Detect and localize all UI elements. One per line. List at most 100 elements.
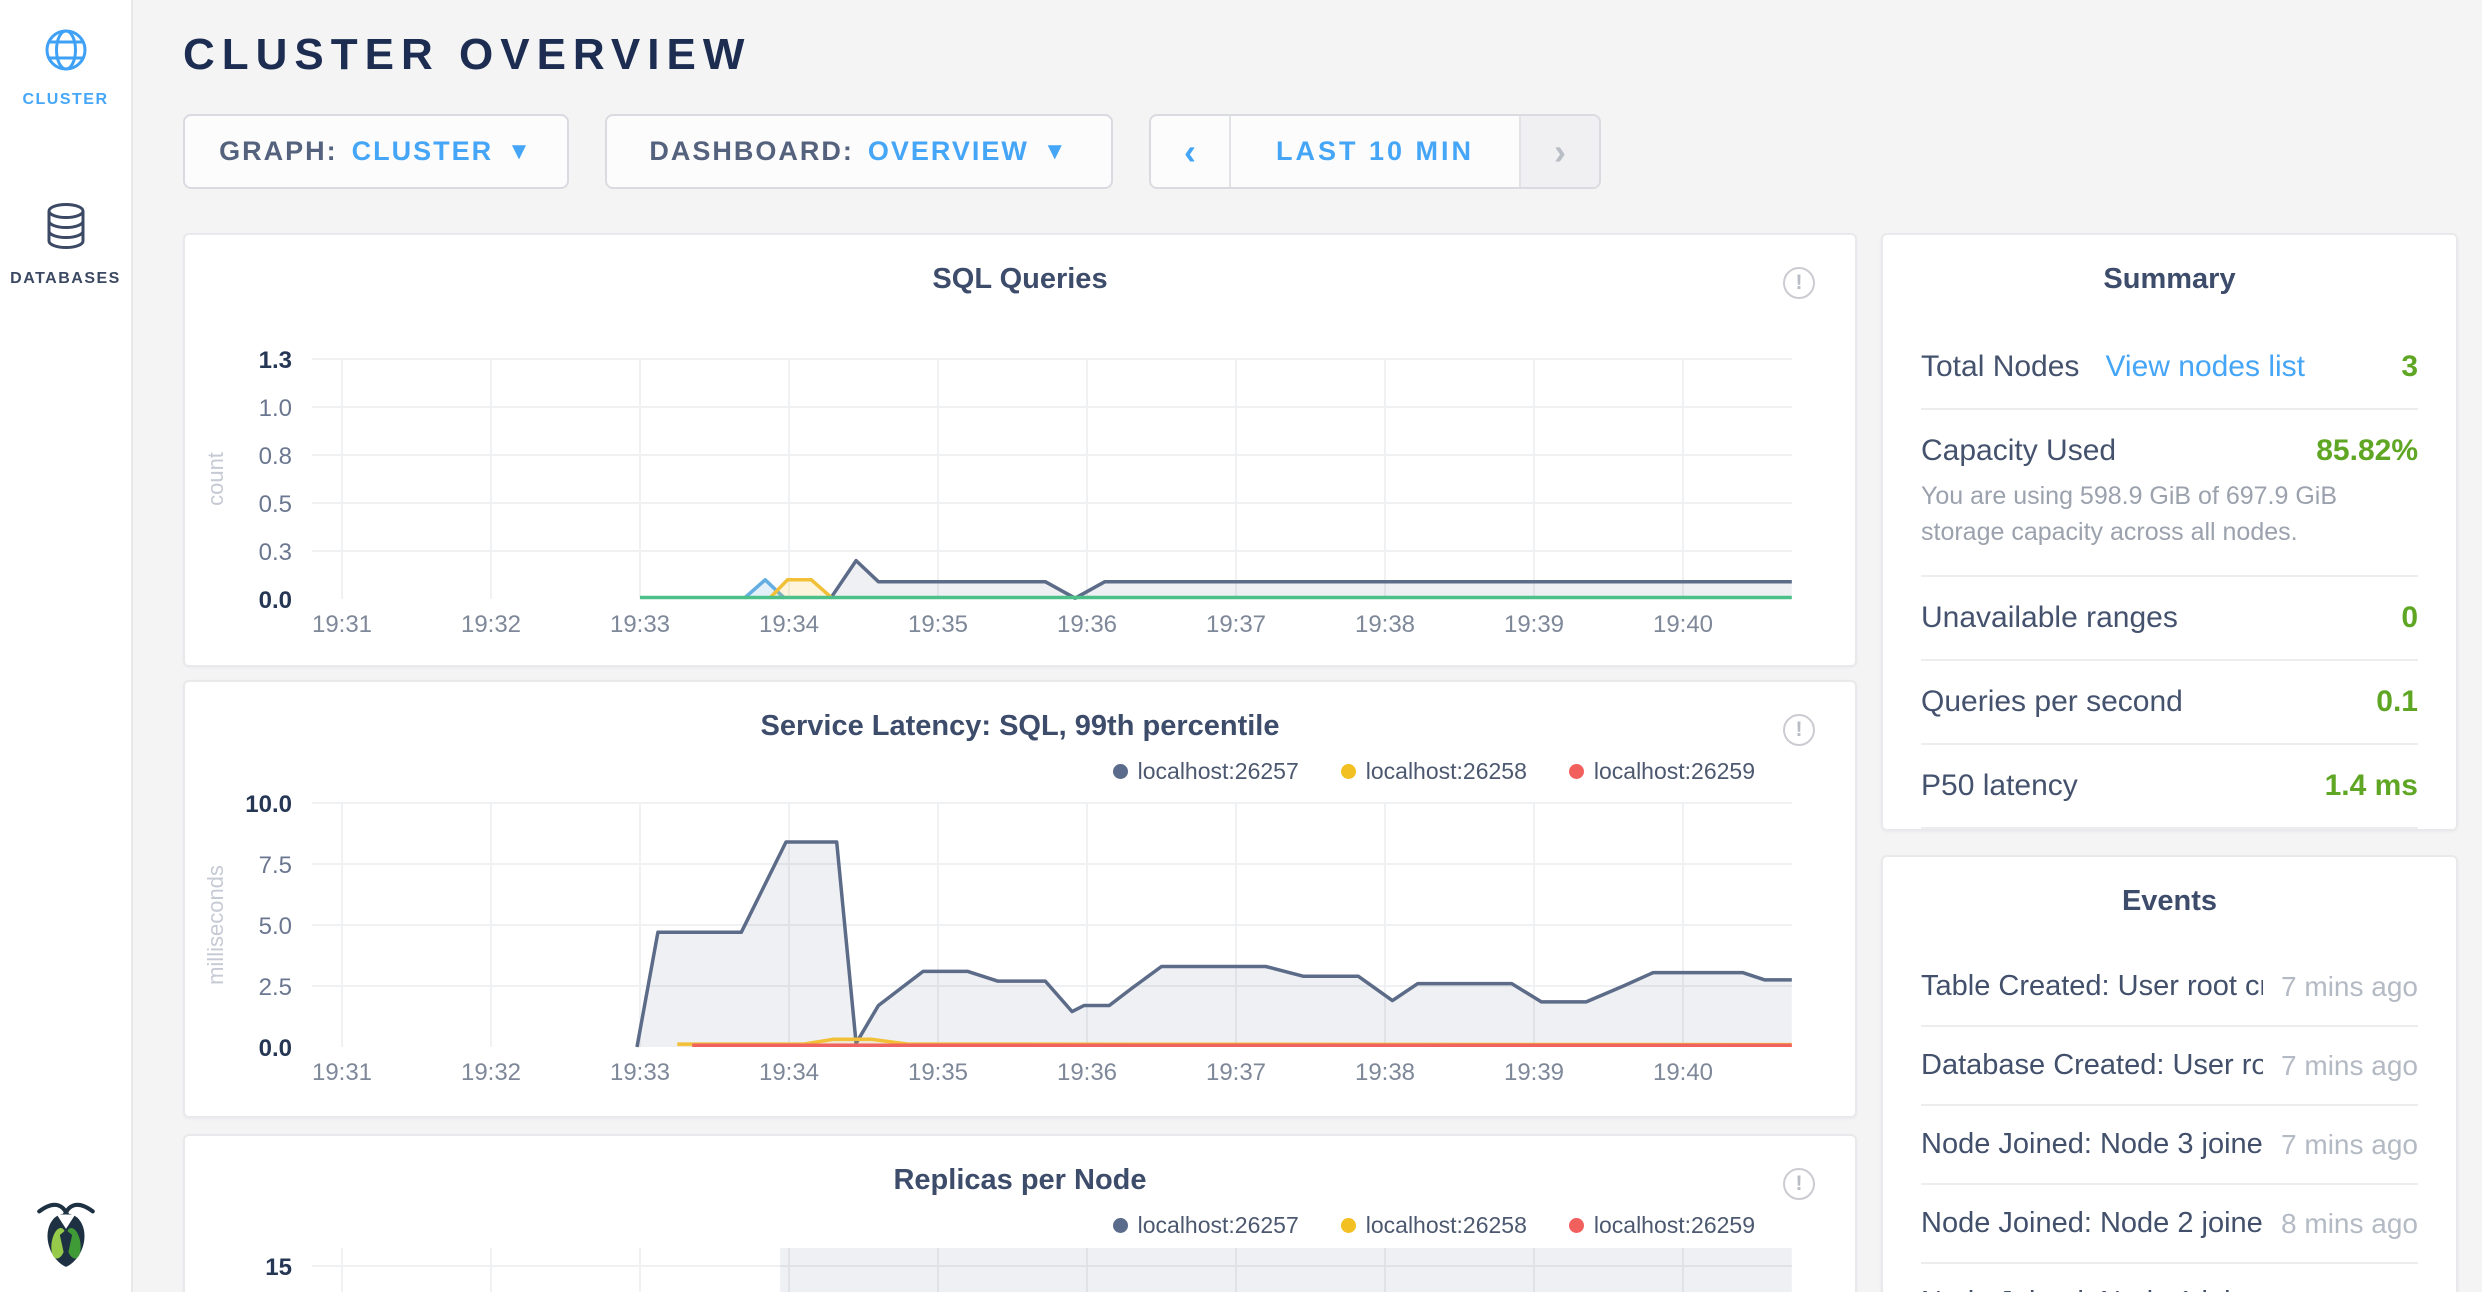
summary-row: P50 latency 1.4 ms xyxy=(1921,745,2418,829)
summary-value: 85.82% xyxy=(2316,434,2418,468)
event-text: Node Joined: Node 3 joined... xyxy=(1921,1128,2263,1161)
svg-text:0.0: 0.0 xyxy=(259,1035,292,1062)
sidebar-item-cluster[interactable]: CLUSTER xyxy=(0,26,131,109)
globe-icon xyxy=(42,26,90,79)
event-row: Node Joined: Node 3 joined... 7 mins ago xyxy=(1921,1106,2418,1185)
svg-text:19:38: 19:38 xyxy=(1355,611,1415,638)
graph-dropdown-label: GRAPH: xyxy=(219,136,338,167)
controls-row: GRAPH: CLUSTER ▼ DASHBOARD: OVERVIEW ▼ ‹… xyxy=(183,114,2482,189)
svg-text:19:38: 19:38 xyxy=(1355,1059,1415,1086)
time-window-selector: ‹ LAST 10 MIN › xyxy=(1149,114,1601,189)
svg-text:0.3: 0.3 xyxy=(259,539,292,566)
service-latency-chart[interactable]: 19:3119:3219:3319:3419:3519:3619:3719:38… xyxy=(185,682,1859,1120)
legend-dot-icon xyxy=(1113,1218,1128,1233)
sql-queries-panel: 19:3119:3219:3319:3419:3519:3619:3719:38… xyxy=(183,233,1857,667)
page-title: CLUSTER OVERVIEW xyxy=(183,30,2482,80)
svg-text:19:36: 19:36 xyxy=(1057,611,1117,638)
time-window-label[interactable]: LAST 10 MIN xyxy=(1231,116,1519,187)
svg-text:19:34: 19:34 xyxy=(759,1059,819,1086)
summary-label: Queries per second xyxy=(1921,685,2183,719)
legend-dot-icon xyxy=(1113,764,1128,779)
event-time: 8 mins ago xyxy=(2281,1287,2418,1292)
legend-label: localhost:26258 xyxy=(1366,1212,1527,1239)
time-window-prev-button[interactable]: ‹ xyxy=(1151,116,1231,187)
svg-text:19:40: 19:40 xyxy=(1653,1059,1713,1086)
info-icon[interactable]: ! xyxy=(1783,1168,1815,1200)
time-window-next-button[interactable]: › xyxy=(1519,116,1599,187)
dashboard-dropdown[interactable]: DASHBOARD: OVERVIEW ▼ xyxy=(605,114,1113,189)
event-time: 8 mins ago xyxy=(2281,1208,2418,1240)
sidebar-item-label: DATABASES xyxy=(10,270,121,288)
svg-text:19:35: 19:35 xyxy=(908,611,968,638)
service-latency-panel: 19:3119:3219:3319:3419:3519:3619:3719:38… xyxy=(183,680,1857,1118)
capacity-caption: You are using 598.9 GiB of 697.9 GiB sto… xyxy=(1921,478,2418,551)
svg-text:19:39: 19:39 xyxy=(1504,611,1564,638)
summary-title: Summary xyxy=(1883,235,2456,296)
svg-text:19:31: 19:31 xyxy=(312,1059,372,1086)
legend-label: localhost:26259 xyxy=(1594,758,1755,785)
svg-text:5.0: 5.0 xyxy=(259,913,292,940)
chevron-down-icon: ▼ xyxy=(1043,138,1069,166)
legend-item: localhost:26258 xyxy=(1341,1212,1527,1239)
graph-dropdown[interactable]: GRAPH: CLUSTER ▼ xyxy=(183,114,569,189)
chart-title: Service Latency: SQL, 99th percentile xyxy=(185,710,1855,743)
event-text: Database Created: User roo... xyxy=(1921,1049,2263,1082)
legend-item: localhost:26257 xyxy=(1113,1212,1299,1239)
svg-text:19:37: 19:37 xyxy=(1206,1059,1266,1086)
database-icon xyxy=(42,201,90,258)
summary-row: Queries per second 0.1 xyxy=(1921,661,2418,745)
summary-row-total-nodes: Total Nodes View nodes list 3 xyxy=(1921,326,2418,410)
legend-item: localhost:26259 xyxy=(1569,758,1755,785)
sidebar: CLUSTER DATABASES xyxy=(0,0,133,1292)
event-row: Node Joined: Node 2 joined... 8 mins ago xyxy=(1921,1185,2418,1264)
legend-label: localhost:26257 xyxy=(1138,758,1299,785)
dashboard-dropdown-value: OVERVIEW xyxy=(868,136,1029,167)
svg-text:19:32: 19:32 xyxy=(461,611,521,638)
svg-text:2.5: 2.5 xyxy=(259,974,292,1001)
summary-value: 0.1 xyxy=(2376,685,2418,719)
summary-value: 0 xyxy=(2401,601,2418,635)
graph-dropdown-value: CLUSTER xyxy=(352,136,494,167)
main-content: CLUSTER OVERVIEW GRAPH: CLUSTER ▼ DASHBO… xyxy=(135,30,2482,1292)
chart-legend: localhost:26257 localhost:26258 localhos… xyxy=(1113,758,1755,785)
chevron-down-icon: ▼ xyxy=(507,138,533,166)
chart-legend: localhost:26257 localhost:26258 localhos… xyxy=(1113,1212,1755,1239)
info-icon[interactable]: ! xyxy=(1783,714,1815,746)
svg-text:19:35: 19:35 xyxy=(908,1059,968,1086)
legend-label: localhost:26257 xyxy=(1138,1212,1299,1239)
info-icon[interactable]: ! xyxy=(1783,267,1815,299)
legend-item: localhost:26259 xyxy=(1569,1212,1755,1239)
sidebar-item-label: CLUSTER xyxy=(22,91,108,109)
summary-value: 3 xyxy=(2401,350,2418,384)
svg-text:0.0: 0.0 xyxy=(259,587,292,614)
svg-text:19:36: 19:36 xyxy=(1057,1059,1117,1086)
summary-row-capacity: Capacity Used 85.82% You are using 598.9… xyxy=(1921,410,2418,577)
svg-text:0.5: 0.5 xyxy=(259,491,292,518)
svg-text:0.8: 0.8 xyxy=(259,443,292,470)
sql-queries-chart[interactable]: 19:3119:3219:3319:3419:3519:3619:3719:38… xyxy=(185,235,1859,669)
svg-text:1.3: 1.3 xyxy=(259,347,292,374)
svg-text:15: 15 xyxy=(265,1254,292,1281)
svg-text:19:33: 19:33 xyxy=(610,1059,670,1086)
svg-text:19:39: 19:39 xyxy=(1504,1059,1564,1086)
replicas-per-node-panel: 15 Replicas per Node ! localhost:26257 l… xyxy=(183,1134,1857,1292)
svg-text:7.5: 7.5 xyxy=(259,852,292,879)
summary-label: P50 latency xyxy=(1921,769,2078,803)
charts-column: 19:31 19:32 19:33 19:34 19:35 19:36 19:37 19:38… xyxy=(183,233,1857,1292)
view-nodes-list-link[interactable]: View nodes list xyxy=(2105,350,2305,383)
sidebar-item-databases[interactable]: DATABASES xyxy=(0,201,131,288)
summary-label: Total Nodes xyxy=(1921,350,2079,383)
summary-value: 1.4 ms xyxy=(2325,769,2418,803)
summary-label: Unavailable ranges xyxy=(1921,601,2178,635)
event-row: Database Created: User roo... 7 mins ago xyxy=(1921,1027,2418,1106)
legend-dot-icon xyxy=(1569,764,1584,779)
legend-label: localhost:26258 xyxy=(1366,758,1527,785)
legend-label: localhost:26259 xyxy=(1594,1212,1755,1239)
events-title: Events xyxy=(1883,857,2456,918)
events-panel: Events Table Created: User root cre... 7… xyxy=(1881,855,2458,1292)
svg-text:count: count xyxy=(203,452,228,506)
svg-text:10.0: 10.0 xyxy=(245,791,292,818)
summary-panel: Summary Total Nodes View nodes list 3 Cap… xyxy=(1881,233,2458,831)
legend-dot-icon xyxy=(1341,764,1356,779)
dashboard-dropdown-label: DASHBOARD: xyxy=(649,136,854,167)
